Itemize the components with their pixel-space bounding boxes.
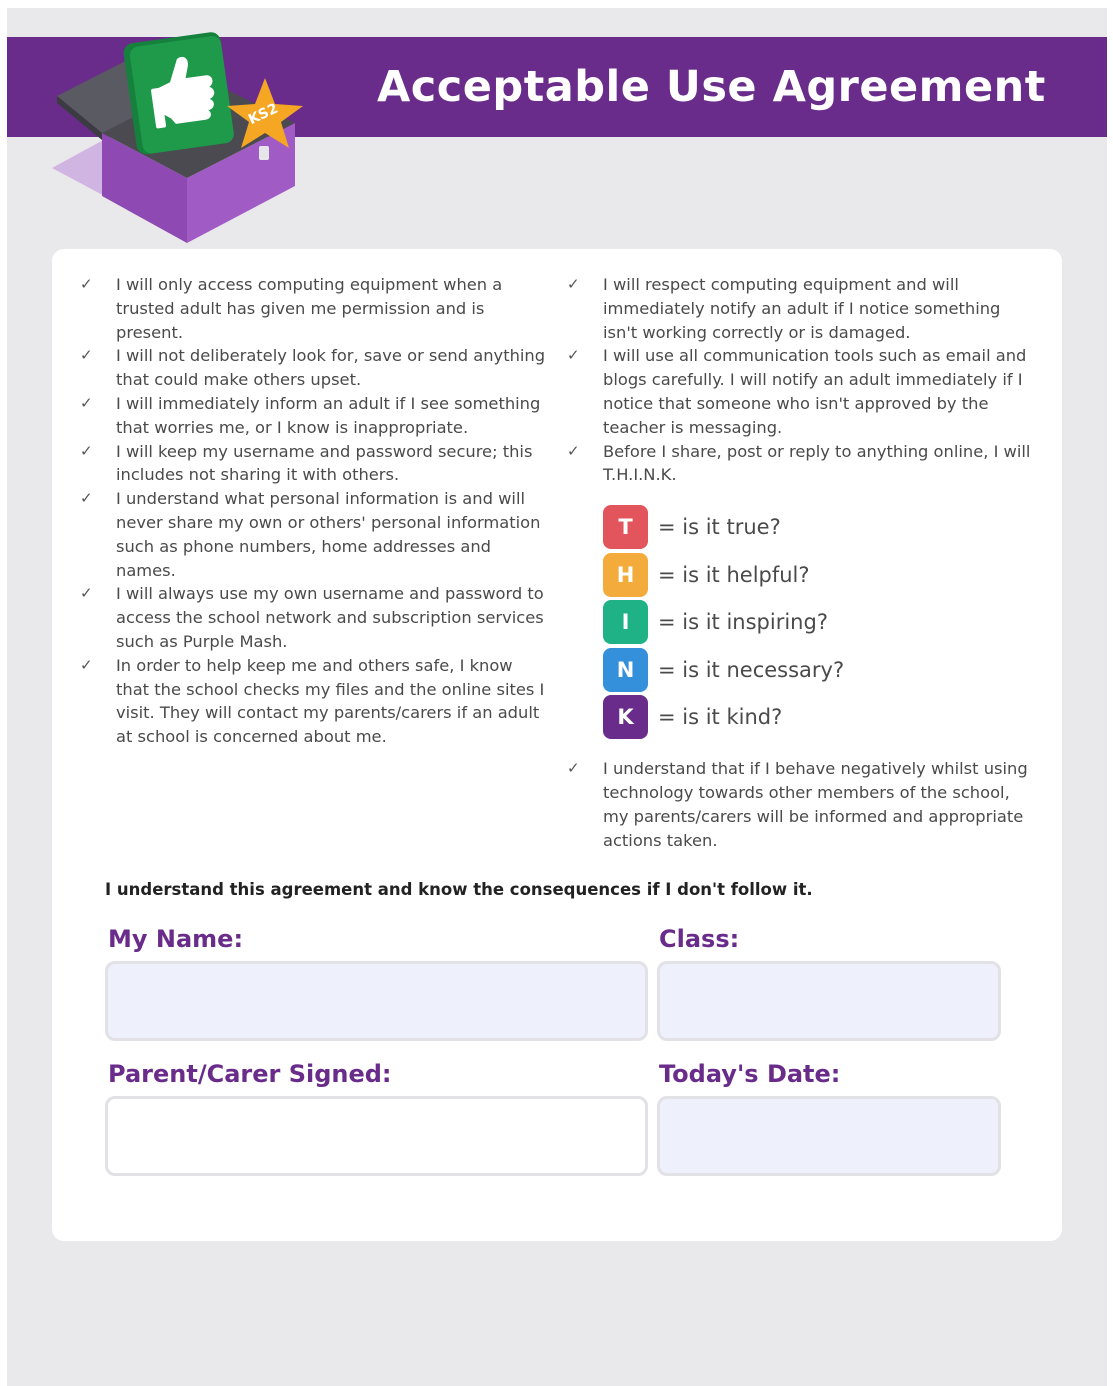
think-text: = is it helpful?	[658, 562, 810, 587]
check-icon: ✓	[80, 346, 93, 365]
check-icon: ✓	[80, 275, 93, 293]
rule-item: ✓ I understand that if I behave negativel…	[567, 759, 1028, 850]
think-list: T = is it true? H = is it helpful? I = i…	[603, 503, 1037, 741]
check-icon: ✓	[80, 393, 93, 412]
rule-item: ✓ I understand what personal information …	[80, 489, 541, 580]
think-letter-badge: N	[603, 647, 648, 692]
think-row: N = is it necessary?	[603, 646, 1037, 694]
rule-item: ✓ I will immediately inform an adult if I…	[80, 393, 541, 437]
think-text: = is it kind?	[658, 705, 783, 730]
rules-right-column: ✓ I will respect computing equipment and …	[567, 273, 1037, 852]
date-label: Today's Date:	[659, 1060, 841, 1088]
rule-item: ✓ I will always use my own username and p…	[80, 584, 544, 651]
document-page: KS2 Acceptable Use Agreement ✓ I will onl…	[7, 8, 1107, 1386]
check-icon: ✓	[80, 441, 93, 460]
check-icon: ✓	[567, 346, 580, 365]
check-icon: ✓	[567, 275, 580, 293]
think-letter-badge: H	[603, 552, 648, 597]
agreement-statement: I understand this agreement and know the…	[105, 880, 813, 899]
check-icon: ✓	[80, 584, 93, 603]
think-row: H = is it helpful?	[603, 551, 1037, 599]
think-row: K = is it kind?	[603, 694, 1037, 742]
name-label: My Name:	[108, 925, 244, 953]
think-row: I = is it inspiring?	[603, 598, 1037, 646]
rule-item: ✓ Before I share, post or reply to anythi…	[567, 441, 1031, 485]
think-text: = is it inspiring?	[658, 610, 828, 635]
agreement-card: ✓ I will only access computing equipment …	[52, 249, 1062, 1241]
name-field[interactable]	[105, 961, 648, 1041]
rule-item: ✓ In order to help keep me and others saf…	[80, 655, 545, 747]
class-field[interactable]	[657, 961, 1001, 1041]
toolbox-logo-icon: KS2	[52, 32, 303, 243]
rules-left-column: ✓ I will only access computing equipment …	[80, 273, 550, 749]
date-field[interactable]	[657, 1096, 1001, 1176]
check-icon: ✓	[567, 759, 580, 778]
page-title: Acceptable Use Agreement	[377, 62, 1046, 112]
think-letter-badge: T	[603, 504, 648, 549]
check-icon: ✓	[80, 489, 93, 508]
think-row: T = is it true?	[603, 503, 1037, 551]
rule-item: ✓ I will only access computing equipment …	[80, 275, 503, 342]
rule-item: ✓ I will use all communication tools such…	[567, 346, 1027, 437]
class-label: Class:	[659, 925, 740, 953]
rule-item: ✓ I will keep my username and password se…	[80, 441, 533, 485]
think-letter-badge: I	[603, 600, 648, 645]
rule-item: ✓ I will not deliberately look for, save …	[80, 346, 546, 390]
rule-item: ✓ I will respect computing equipment and …	[567, 275, 1001, 342]
think-text: = is it true?	[658, 514, 781, 539]
check-icon: ✓	[80, 655, 93, 674]
think-text: = is it necessary?	[658, 657, 845, 682]
check-icon: ✓	[567, 441, 580, 460]
think-letter-badge: K	[603, 695, 648, 740]
parent-signed-label: Parent/Carer Signed:	[108, 1060, 392, 1088]
parent-signed-field[interactable]	[105, 1096, 648, 1176]
